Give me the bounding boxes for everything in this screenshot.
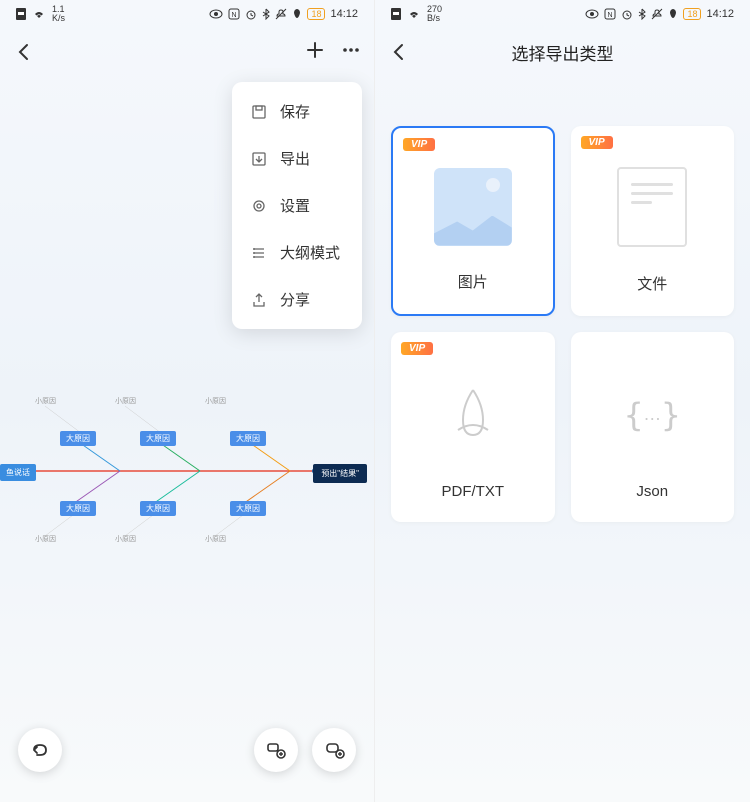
fishbone-small[interactable]: 小原因 [35,534,56,544]
card-label: 文件 [637,273,667,294]
json-icon: {…} [612,346,692,483]
page-title: 选择导出类型 [411,40,714,65]
fishbone-node[interactable]: 大原因 [60,431,96,446]
vip-badge: VIP [403,138,435,151]
editor-header [0,28,374,76]
nfc-icon: N [228,8,240,20]
more-menu: 保存 导出 设置 大纲模式 分享 [232,82,362,329]
dnd-icon [668,8,678,20]
add-button[interactable] [304,39,326,66]
vip-badge: VIP [401,342,433,355]
card-label: PDF/TXT [442,483,505,500]
clock: 14:12 [706,8,734,20]
share-icon [250,291,268,309]
fishbone-node[interactable]: 大原因 [60,501,96,516]
fishbone-small[interactable]: 小原因 [205,396,226,406]
sim-icon [391,8,401,20]
add-node-button[interactable] [254,728,298,772]
outline-icon [250,244,268,262]
bluetooth-icon [262,8,270,20]
menu-label: 大纲模式 [280,242,340,263]
file-icon [612,140,692,273]
more-button[interactable] [340,39,362,66]
battery-indicator: 18 [683,8,701,20]
save-icon [250,103,268,121]
mute-icon [275,8,287,20]
card-label: Json [636,483,668,500]
fishbone-node[interactable]: 大原因 [230,431,266,446]
card-label: 图片 [458,271,488,292]
alarm-icon [621,8,633,20]
fishbone-small[interactable]: 小原因 [205,534,226,544]
menu-outline[interactable]: 大纲模式 [232,229,362,276]
export-option-json[interactable]: {…} Json [571,332,735,522]
vip-badge: VIP [581,136,613,149]
export-icon [250,150,268,168]
export-option-image[interactable]: VIP 图片 [391,126,555,316]
wifi-icon [407,9,421,19]
back-button[interactable] [12,40,36,64]
battery-indicator: 18 [307,8,325,20]
settings-icon [250,197,268,215]
menu-label: 分享 [280,289,310,310]
fishbone-diagram: 鱼说话 预出"结果" 大原因 大原因 大原因 大原因 大原因 大原因 小原因 小… [0,376,375,576]
fishbone-root[interactable]: 鱼说话 [0,464,36,481]
fishbone-small[interactable]: 小原因 [35,396,56,406]
mindmap-editor-screen: 1.1 K/s N 18 14:12 [0,0,375,802]
image-icon [433,142,513,271]
fishbone-node[interactable]: 大原因 [230,501,266,516]
menu-settings[interactable]: 设置 [232,182,362,229]
status-bar: 1.1 K/s N 18 14:12 [0,0,374,28]
export-type-screen: 270 B/s N 18 14:12 选择导出类型 VIP 图片 VIP [375,0,750,802]
menu-label: 保存 [280,101,310,122]
wifi-icon [32,9,46,19]
nfc-icon: N [604,8,616,20]
menu-share[interactable]: 分享 [232,276,362,323]
eye-icon [585,9,599,19]
network-speed: 1.1 K/s [52,5,65,23]
pdf-icon [433,346,513,483]
alarm-icon [245,8,257,20]
svg-text:N: N [232,12,237,19]
fishbone-small[interactable]: 小原因 [115,396,136,406]
eye-icon [209,9,223,19]
svg-text:N: N [608,12,613,19]
export-options-grid: VIP 图片 VIP 文件 VIP PDF/TXT {…} Json [375,76,750,538]
export-option-pdf[interactable]: VIP PDF/TXT [391,332,555,522]
fishbone-node[interactable]: 大原因 [140,501,176,516]
bluetooth-icon [638,8,646,20]
fishbone-result[interactable]: 预出"结果" [313,464,367,483]
status-bar: 270 B/s N 18 14:12 [375,0,750,28]
dnd-icon [292,8,302,20]
export-header: 选择导出类型 [375,28,750,76]
add-child-button[interactable] [312,728,356,772]
menu-export[interactable]: 导出 [232,135,362,182]
menu-label: 设置 [280,195,310,216]
network-speed: 270 B/s [427,5,442,23]
undo-button[interactable] [18,728,62,772]
menu-label: 导出 [280,148,310,169]
mute-icon [651,8,663,20]
back-button[interactable] [387,40,411,64]
sim-icon [16,8,26,20]
fishbone-small[interactable]: 小原因 [115,534,136,544]
export-option-file[interactable]: VIP 文件 [571,126,735,316]
clock: 14:12 [330,8,358,20]
menu-save[interactable]: 保存 [232,88,362,135]
fishbone-node[interactable]: 大原因 [140,431,176,446]
